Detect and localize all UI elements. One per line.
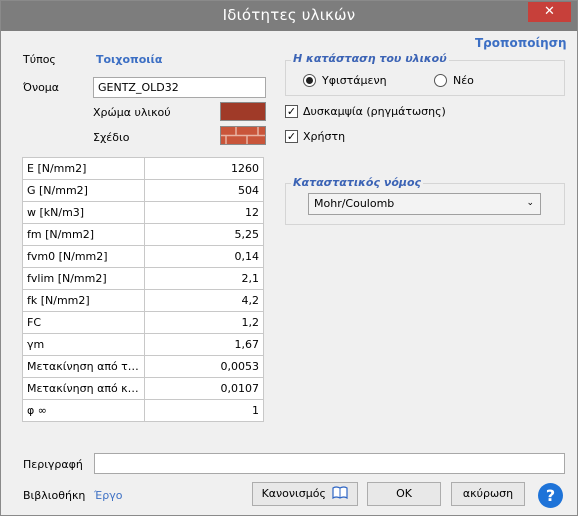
- property-row: fvm0 [N/mm2] 0,14: [22, 245, 264, 268]
- new-radio-label: Νέο: [453, 74, 474, 87]
- title-bar[interactable]: Ιδιότητες υλικών ✕: [1, 1, 577, 31]
- description-input[interactable]: [94, 453, 565, 474]
- property-row: φ ∞ 1: [22, 399, 264, 422]
- brick-pattern-swatch[interactable]: [220, 126, 266, 145]
- property-row: w [kN/m3] 12: [22, 201, 264, 224]
- property-row: Μετακίνηση από κάμψη 0,0107: [22, 377, 264, 400]
- property-value[interactable]: 4,2: [144, 289, 264, 312]
- constitutive-law-select[interactable]: Mohr/Coulomb ⌄: [308, 193, 541, 215]
- ok-button[interactable]: OK: [367, 482, 441, 506]
- property-row: G [N/mm2] 504: [22, 179, 264, 202]
- property-value[interactable]: 12: [144, 201, 264, 224]
- property-value[interactable]: 1260: [144, 157, 264, 180]
- name-label: Όνομα: [23, 81, 60, 94]
- property-value[interactable]: 5,25: [144, 223, 264, 246]
- user-checkbox[interactable]: ✓: [285, 130, 298, 143]
- property-row: fm [N/mm2] 5,25: [22, 223, 264, 246]
- property-row: fvlim [N/mm2] 2,1: [22, 267, 264, 290]
- ductility-checkbox[interactable]: ✓: [285, 105, 298, 118]
- close-button[interactable]: ✕: [528, 2, 571, 22]
- existing-radio[interactable]: [303, 74, 316, 87]
- material-properties-dialog: Ιδιότητες υλικών ✕ Τύπος Τοιχοποιία Τροπ…: [0, 0, 578, 516]
- property-name: FC: [22, 311, 145, 334]
- property-row: E [N/mm2] 1260: [22, 157, 264, 180]
- property-name: E [N/mm2]: [22, 157, 145, 180]
- regulation-button-label: Κανονισμός: [261, 487, 326, 500]
- property-name: fm [N/mm2]: [22, 223, 145, 246]
- property-name: φ ∞: [22, 399, 145, 422]
- pattern-label: Σχέδιο: [93, 131, 130, 144]
- property-value[interactable]: 2,1: [144, 267, 264, 290]
- cancel-button[interactable]: ακύρωση: [451, 482, 525, 506]
- property-value[interactable]: 0,0107: [144, 377, 264, 400]
- material-color-swatch[interactable]: [220, 102, 266, 121]
- existing-radio-label: Υφιστάμενη: [322, 74, 387, 87]
- regulation-button[interactable]: Κανονισμός: [252, 482, 358, 506]
- property-name: G [N/mm2]: [22, 179, 145, 202]
- property-value[interactable]: 0,14: [144, 245, 264, 268]
- property-value[interactable]: 1,67: [144, 333, 264, 356]
- book-icon: [332, 486, 349, 500]
- property-row: Μετακίνηση από τέμ... 0,0053: [22, 355, 264, 378]
- property-name: fvlim [N/mm2]: [22, 267, 145, 290]
- ductility-label: Δυσκαμψία (ρηγμάτωσης): [303, 105, 446, 118]
- description-label: Περιγραφή: [23, 458, 83, 471]
- constitutive-group-title: Καταστατικός νόμος: [291, 176, 424, 189]
- property-value[interactable]: 0,0053: [144, 355, 264, 378]
- type-label: Τύπος: [23, 53, 56, 66]
- chevron-down-icon: ⌄: [526, 198, 534, 208]
- state-group-title: Η κατάσταση του υλικού: [291, 52, 449, 65]
- help-icon[interactable]: ?: [538, 483, 563, 508]
- property-name: fk [N/mm2]: [22, 289, 145, 312]
- property-name: fvm0 [N/mm2]: [22, 245, 145, 268]
- library-value-link[interactable]: Έργο: [94, 489, 122, 502]
- property-row: γm 1,67: [22, 333, 264, 356]
- modify-link[interactable]: Τροποποίηση: [475, 36, 567, 50]
- new-radio[interactable]: [434, 74, 447, 87]
- property-value[interactable]: 1,2: [144, 311, 264, 334]
- library-label: Βιβλιοθήκη: [23, 489, 86, 502]
- type-value-link[interactable]: Τοιχοποιία: [96, 53, 162, 66]
- property-name: Μετακίνηση από κάμψη: [22, 377, 145, 400]
- user-label: Χρήστη: [303, 130, 346, 143]
- constitutive-law-value: Mohr/Coulomb: [314, 197, 395, 210]
- property-name: w [kN/m3]: [22, 201, 145, 224]
- property-value[interactable]: 1: [144, 399, 264, 422]
- property-row: FC 1,2: [22, 311, 264, 334]
- window-title: Ιδιότητες υλικών: [222, 6, 356, 24]
- property-name: Μετακίνηση από τέμ...: [22, 355, 145, 378]
- property-row: fk [N/mm2] 4,2: [22, 289, 264, 312]
- color-label: Χρώμα υλικού: [93, 106, 171, 119]
- name-input[interactable]: GENTZ_OLD32: [93, 77, 266, 98]
- property-value[interactable]: 504: [144, 179, 264, 202]
- property-name: γm: [22, 333, 145, 356]
- properties-table: E [N/mm2] 1260 G [N/mm2] 504 w [kN/m3] 12 fm […: [22, 157, 264, 422]
